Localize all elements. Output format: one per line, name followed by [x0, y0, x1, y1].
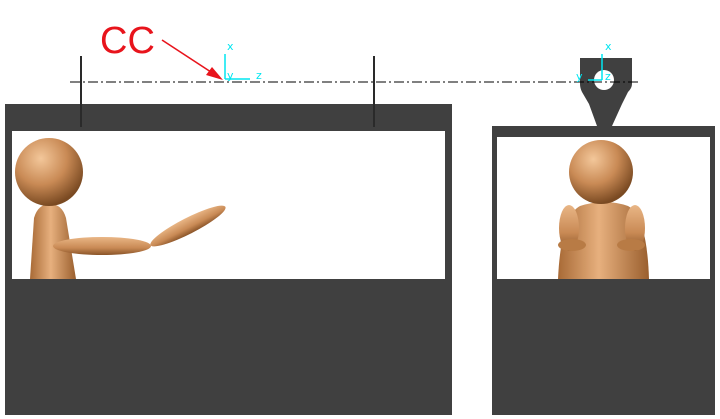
- cc-label: CC: [100, 20, 155, 62]
- mounting-bracket: [580, 58, 632, 126]
- right-figure-right-hand: [617, 239, 645, 251]
- left-figure-head: [15, 138, 83, 206]
- left-x-label: x: [227, 40, 234, 53]
- diagram-svg: x y z x y z CC: [5, 20, 715, 415]
- right-x-label: x: [605, 40, 612, 53]
- cc-arrow-head: [206, 67, 223, 80]
- right-z-label: z: [605, 70, 611, 83]
- right-figure-head: [569, 140, 633, 204]
- diagram-canvas: x y z x y z CC: [0, 0, 720, 419]
- left-z-label: z: [256, 69, 262, 82]
- left-y-label: y: [227, 69, 234, 82]
- cc-arrow-shaft: [161, 39, 215, 75]
- bracket-plate: [580, 58, 632, 126]
- left-figure-upper-arm: [53, 237, 151, 255]
- right-y-label: y: [576, 70, 583, 83]
- right-figure-left-hand: [558, 239, 586, 251]
